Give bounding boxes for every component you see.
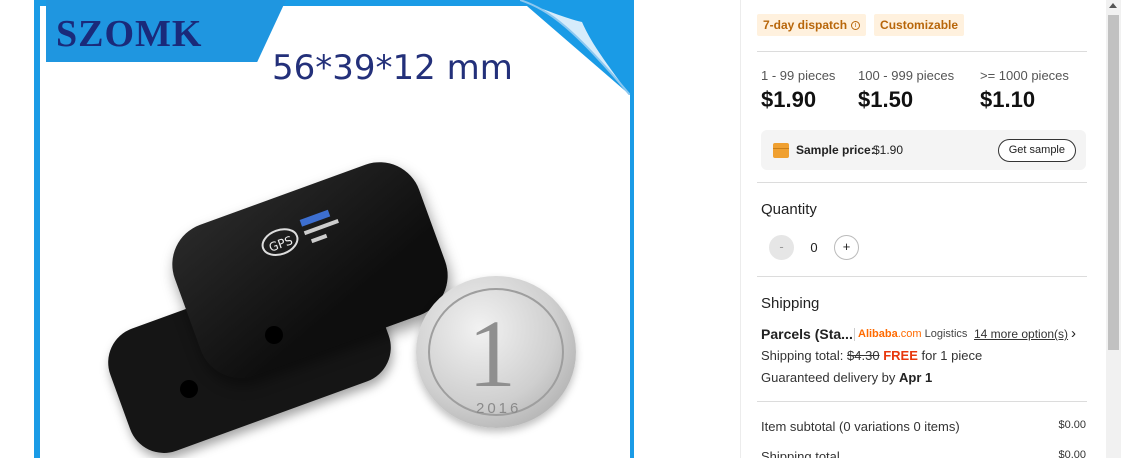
guaranteed-delivery-line: Guaranteed delivery by Apr 1	[761, 370, 932, 385]
scroll-up-arrow-icon[interactable]	[1109, 3, 1117, 8]
shipping-total-line: Shipping total: $4.30 FREE for 1 piece	[761, 348, 982, 363]
shipping-total-amount: $0.00	[1058, 449, 1086, 458]
shipping-title: Shipping	[761, 295, 820, 312]
price-tier: >= 1000 pieces $1.10	[980, 68, 1069, 113]
shipping-old-price: $4.30	[847, 348, 880, 363]
divider	[757, 401, 1087, 402]
shipping-total-summary-label: Shipping total	[761, 449, 840, 458]
customizable-badge-label: Customizable	[880, 18, 959, 32]
svg-text:GPS: GPS	[267, 233, 294, 254]
tier-price: $1.10	[980, 87, 1036, 112]
shipping-per-piece: for 1 piece	[921, 348, 983, 363]
sample-price-box: Sample price: $1.90 Get sample	[761, 130, 1086, 170]
quantity-increase-button[interactable]: +	[834, 234, 859, 260]
enclosure-front	[160, 150, 460, 390]
sample-price-label: Sample price:	[796, 143, 875, 157]
brand-logo: SZOMK	[56, 13, 203, 55]
price-tier: 100 - 999 pieces $1.50	[858, 68, 954, 113]
quantity-title: Quantity	[761, 201, 817, 218]
tier-price: $1.90	[761, 87, 817, 112]
shipping-total-label: Shipping total:	[761, 348, 844, 363]
coin-digit: 1	[468, 300, 516, 407]
item-subtotal-label: Item subtotal (0 variations 0 items)	[761, 419, 960, 434]
carrier-logo: Alibaba.com Logistics	[858, 328, 968, 340]
guaranteed-delivery-label: Guaranteed delivery by	[761, 370, 896, 385]
tier-price: $1.50	[858, 87, 914, 112]
separator	[854, 328, 855, 341]
more-shipping-options-link[interactable]: 14 more option(s)	[974, 327, 1068, 341]
page-curl-decoration	[520, 0, 630, 95]
item-subtotal-amount: $0.00	[1058, 419, 1086, 431]
divider	[757, 51, 1087, 52]
coin-scale-reference: 1 2016	[416, 276, 576, 428]
customizable-badge: Customizable	[874, 14, 965, 36]
box-icon	[773, 143, 789, 158]
coin-year: 2016	[476, 400, 522, 417]
price-tier: 1 - 99 pieces $1.90	[761, 68, 835, 113]
shipping-total-row: Shipping total $0.00	[761, 449, 1086, 458]
item-subtotal-row: Item subtotal (0 variations 0 items) $0.…	[761, 419, 1086, 434]
shipping-free-label: FREE	[883, 348, 918, 363]
info-icon[interactable]: i	[851, 20, 861, 30]
scrollbar-thumb[interactable]	[1108, 15, 1119, 350]
divider	[757, 276, 1087, 277]
tier-range: >= 1000 pieces	[980, 68, 1069, 83]
purchase-panel: 7-day dispatch i Customizable 1 - 99 pie…	[740, 0, 1106, 458]
enclosure-hole	[180, 380, 198, 398]
product-image[interactable]: SZOMK 56*39*12 mm GPS 1 2016	[34, 0, 634, 458]
divider	[757, 182, 1087, 183]
get-sample-button[interactable]: Get sample	[997, 139, 1076, 162]
product-dimensions: 56*39*12 mm	[272, 48, 513, 88]
shipping-method-row[interactable]: Parcels (Sta... Alibaba.com Logistics 14…	[761, 325, 1091, 344]
badge-row: 7-day dispatch i Customizable	[757, 14, 965, 36]
product-image-canvas: SZOMK 56*39*12 mm GPS 1 2016	[40, 0, 630, 458]
dispatch-badge-label: 7-day dispatch	[763, 18, 848, 32]
quantity-input[interactable]	[794, 234, 834, 260]
dispatch-badge[interactable]: 7-day dispatch i	[757, 14, 867, 36]
shipping-method: Parcels (Sta...	[761, 326, 853, 342]
tier-range: 1 - 99 pieces	[761, 68, 836, 83]
chevron-right-icon[interactable]: ›	[1071, 325, 1076, 342]
quantity-decrease-button[interactable]: -	[769, 234, 794, 260]
sample-price-value: $1.90	[873, 143, 904, 157]
guaranteed-delivery-date: Apr 1	[899, 370, 933, 385]
enclosure-hole	[265, 326, 283, 344]
quantity-stepper[interactable]: - +	[769, 234, 861, 260]
tier-range: 100 - 999 pieces	[858, 68, 955, 83]
scrollbar[interactable]	[1106, 0, 1121, 458]
